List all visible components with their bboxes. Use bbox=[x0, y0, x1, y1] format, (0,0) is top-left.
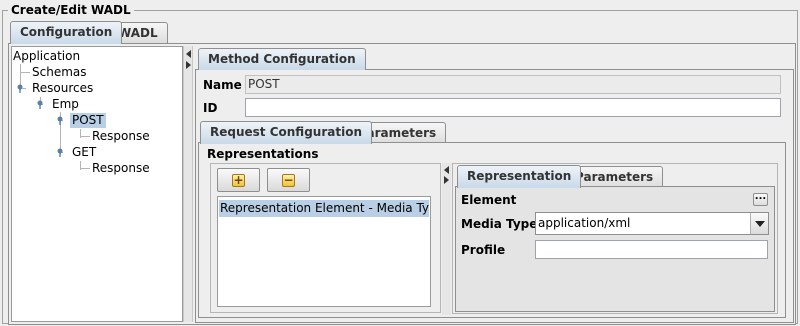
tree-line bbox=[20, 72, 30, 73]
tree-item-emp[interactable]: Emp bbox=[50, 97, 81, 112]
inner-split-divider[interactable] bbox=[442, 163, 451, 315]
minus-icon: − bbox=[282, 173, 295, 187]
tab-request-configuration[interactable]: Request Configuration bbox=[200, 121, 372, 144]
collapse-right-icon[interactable] bbox=[186, 61, 191, 69]
expanded-toggle-icon[interactable] bbox=[36, 100, 44, 109]
tree-item-resources[interactable]: Resources bbox=[30, 81, 95, 96]
list-item[interactable]: Representation Element - Media Typ... bbox=[219, 200, 429, 217]
representations-list[interactable]: Representation Element - Media Typ... bbox=[217, 196, 431, 307]
tab-representation[interactable]: Representation bbox=[457, 165, 582, 188]
tree-item-post-response[interactable]: Response bbox=[90, 129, 152, 144]
expanded-toggle-icon[interactable] bbox=[56, 148, 64, 157]
name-label: Name bbox=[203, 78, 242, 92]
add-representation-button[interactable]: + bbox=[217, 168, 260, 192]
tree-line bbox=[80, 136, 90, 137]
window-title: Create/Edit WADL bbox=[8, 3, 134, 17]
profile-label: Profile bbox=[461, 243, 506, 257]
tab-method-configuration[interactable]: Method Configuration bbox=[198, 48, 366, 70]
media-type-dropdown-button[interactable] bbox=[750, 213, 768, 234]
media-type-label: Media Type bbox=[461, 217, 538, 231]
split-pane-divider[interactable] bbox=[183, 46, 193, 322]
media-type-value: application/xml bbox=[538, 216, 631, 230]
remove-representation-button[interactable]: − bbox=[267, 168, 310, 192]
expanded-toggle-icon[interactable] bbox=[56, 116, 64, 125]
tree-item-get-response[interactable]: Response bbox=[90, 161, 152, 176]
collapse-left-icon[interactable] bbox=[444, 166, 449, 174]
element-label: Element bbox=[461, 193, 517, 207]
id-field[interactable] bbox=[245, 98, 781, 117]
tree-line bbox=[80, 168, 90, 169]
element-browse-button[interactable]: ... bbox=[753, 192, 768, 206]
name-field[interactable]: POST bbox=[245, 75, 781, 94]
chevron-down-icon bbox=[755, 221, 765, 227]
profile-field[interactable] bbox=[535, 240, 768, 259]
collapse-left-icon[interactable] bbox=[186, 50, 191, 58]
expanded-toggle-icon[interactable] bbox=[16, 84, 24, 93]
collapse-right-icon[interactable] bbox=[444, 176, 449, 184]
wadl-tree[interactable]: Application Schemas Resources Emp POST R… bbox=[11, 46, 183, 322]
id-label: ID bbox=[203, 101, 218, 115]
tree-item-post[interactable]: POST bbox=[70, 113, 106, 128]
tree-item-schemas[interactable]: Schemas bbox=[30, 65, 89, 80]
tree-item-get[interactable]: GET bbox=[70, 145, 98, 160]
tree-item-application[interactable]: Application bbox=[11, 49, 82, 64]
representations-title: Representations bbox=[207, 147, 319, 161]
plus-icon: + bbox=[232, 173, 245, 187]
media-type-select[interactable]: application/xml bbox=[535, 212, 769, 235]
tab-configuration[interactable]: Configuration bbox=[10, 21, 123, 44]
